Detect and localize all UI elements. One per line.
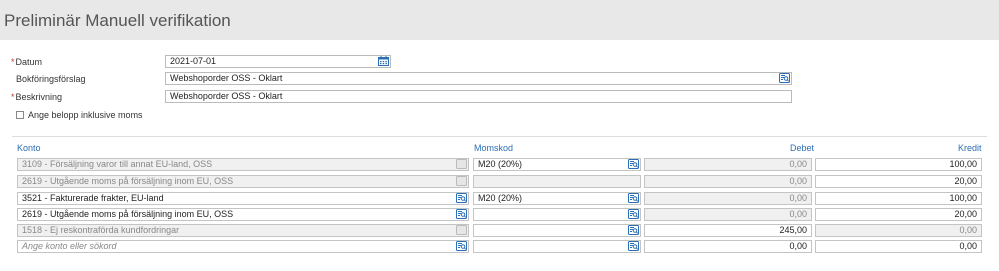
description-label-text: Beskrivning	[15, 92, 63, 102]
calendar-icon[interactable]	[378, 56, 389, 66]
column-header-credit[interactable]: Kredit	[958, 143, 982, 153]
search-list-icon[interactable]	[456, 241, 467, 251]
search-list-icon[interactable]	[628, 193, 639, 203]
include-vat-label: Ange belopp inklusive moms	[28, 110, 143, 120]
date-label-text: Datum	[15, 57, 43, 67]
vat-code-cell[interactable]	[473, 224, 641, 237]
search-list-icon[interactable]	[628, 241, 639, 251]
vat-code-cell[interactable]: M20 (20%)	[473, 192, 641, 205]
credit-cell[interactable]: 20,00	[815, 208, 982, 221]
debit-cell[interactable]: 0,00	[644, 192, 812, 205]
search-list-icon[interactable]	[456, 209, 467, 219]
credit-cell[interactable]: 0,00	[815, 224, 982, 237]
new-account-input[interactable]: Ange konto eller sökord	[17, 240, 469, 253]
account-cell[interactable]: 3521 - Fakturerade frakter, EU-land	[17, 192, 469, 205]
account-cell: 2619 - Utgående moms på försäljning inom…	[17, 175, 469, 188]
vat-code-cell[interactable]: M20 (20%)	[473, 158, 641, 171]
required-marker: *	[11, 57, 15, 67]
account-cell: 3109 - Försäljning varor till annat EU-l…	[17, 158, 469, 171]
include-vat-checkbox[interactable]	[16, 111, 24, 119]
column-header-debit[interactable]: Debet	[790, 143, 814, 153]
page-title: Preliminär Manuell verifikation	[4, 11, 231, 30]
credit-cell[interactable]: 0,00	[815, 240, 982, 253]
description-input[interactable]: Webshoporder OSS - Oklart	[165, 90, 792, 103]
column-header-account[interactable]: Konto	[17, 143, 41, 153]
debit-cell[interactable]: 0,00	[644, 208, 812, 221]
account-cell: 1518 - Ej reskontraförda kundfordringar	[17, 224, 469, 237]
booking-proposal-label: Bokföringsförslag	[16, 74, 86, 84]
account-cell[interactable]: 2619 - Utgående moms på försäljning inom…	[17, 208, 469, 221]
debit-cell[interactable]: 0,00	[644, 158, 812, 171]
debit-cell[interactable]: 245,00	[644, 224, 812, 237]
search-list-icon[interactable]	[456, 193, 467, 203]
debit-cell[interactable]: 0,00	[644, 175, 812, 188]
section-divider	[12, 136, 987, 137]
credit-cell[interactable]: 100,00	[815, 158, 982, 171]
description-label: *Beskrivning	[11, 92, 62, 102]
vat-code-cell	[473, 175, 641, 188]
search-list-icon[interactable]	[628, 159, 639, 169]
date-input[interactable]: 2021-07-01	[165, 55, 391, 68]
disabled-list-icon	[456, 176, 467, 186]
search-list-icon[interactable]	[628, 225, 639, 235]
disabled-list-icon	[456, 159, 467, 169]
date-label: *Datum	[11, 57, 42, 67]
search-list-icon[interactable]	[628, 209, 639, 219]
search-list-icon[interactable]	[779, 73, 790, 83]
debit-cell[interactable]: 0,00	[644, 240, 812, 253]
required-marker: *	[11, 92, 15, 102]
column-header-vat-code[interactable]: Momskod	[474, 143, 513, 153]
credit-cell[interactable]: 100,00	[815, 192, 982, 205]
booking-proposal-input[interactable]: Webshoporder OSS - Oklart	[165, 72, 792, 85]
disabled-list-icon	[456, 225, 467, 235]
vat-code-cell[interactable]	[473, 240, 641, 253]
vat-code-cell[interactable]	[473, 208, 641, 221]
credit-cell[interactable]: 20,00	[815, 175, 982, 188]
